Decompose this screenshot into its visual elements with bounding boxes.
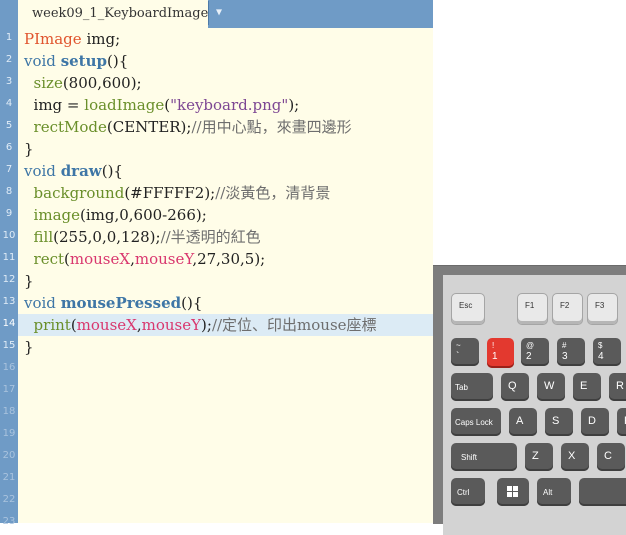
line-number: 13 — [2, 296, 16, 307]
key-d: D — [581, 408, 609, 436]
line-number: 2 — [5, 54, 13, 65]
code-line-3[interactable]: size(800,600); — [24, 72, 142, 94]
code-line-8[interactable]: background(#FFFFF2);//淡黃色，清背景 — [24, 182, 331, 204]
tab-menu-icon[interactable]: ▼ — [208, 1, 229, 25]
code-line-12[interactable]: } — [24, 270, 34, 292]
key-f2: F2 — [552, 293, 583, 325]
line-number: 15 — [2, 340, 16, 351]
line-number: 5 — [5, 120, 13, 131]
line-number: 4 — [5, 98, 13, 109]
key-e: E — [573, 373, 601, 401]
line-number: 19 — [2, 428, 16, 439]
key-alt: Alt — [537, 478, 571, 506]
key-c: C — [597, 443, 625, 471]
line-number: 20 — [2, 450, 16, 461]
line-number: 6 — [5, 142, 13, 153]
key-q: Q — [501, 373, 529, 401]
key-caps-lock: Caps Lock — [451, 408, 501, 436]
key-tab: Tab — [451, 373, 493, 401]
keyboard-body: Esc F1 F2 F3 ~ ` ! 1 @2 #3 $4 Tab Q W E R … — [443, 275, 626, 535]
key-f1: F1 — [517, 293, 548, 325]
code-line-10[interactable]: fill(255,0,0,128);//半透明的紅色 — [24, 226, 261, 248]
keyboard-image: Esc F1 F2 F3 ~ ` ! 1 @2 #3 $4 Tab Q W E R … — [433, 265, 626, 535]
line-number: 21 — [2, 472, 16, 483]
tab-sketch[interactable]: week09_1_KeyboardImage — [18, 0, 208, 28]
key-1-highlighted: ! 1 — [487, 338, 514, 368]
key-f3: F3 — [587, 293, 618, 325]
code-line-2[interactable]: void setup(){ — [24, 50, 128, 72]
key-windows — [497, 478, 529, 506]
key-x: X — [561, 443, 589, 471]
code-line-7[interactable]: void draw(){ — [24, 160, 123, 182]
code-line-15[interactable]: } — [24, 336, 34, 358]
line-number: 1 — [5, 32, 13, 43]
line-number: 22 — [2, 494, 16, 505]
sketch-window[interactable]: Esc F1 F2 F3 ~ ` ! 1 @2 #3 $4 Tab Q W E R … — [433, 0, 626, 535]
key-s: S — [545, 408, 573, 436]
key-ctrl: Ctrl — [451, 478, 485, 506]
key-w: W — [537, 373, 565, 401]
code-line-9[interactable]: image(img,0,600-266); — [24, 204, 207, 226]
key-tilde: ~ ` — [451, 338, 479, 366]
line-number: 16 — [2, 362, 16, 373]
code-line-5[interactable]: rectMode(CENTER);//用中心點，來畫四邊形 — [24, 116, 352, 138]
line-number: 10 — [2, 230, 16, 241]
line-number: 23 — [2, 516, 16, 527]
line-number: 14 — [2, 318, 16, 329]
line-number: 8 — [5, 186, 13, 197]
code-line-11[interactable]: rect(mouseX,mouseY,27,30,5); — [24, 248, 266, 270]
key-space — [579, 478, 626, 506]
line-number: 9 — [5, 208, 13, 219]
key-r: R — [609, 373, 626, 401]
key-4: $4 — [593, 338, 621, 366]
line-number: 17 — [2, 384, 16, 395]
line-number: 3 — [5, 76, 13, 87]
key-2: @2 — [521, 338, 549, 366]
code-line-1[interactable]: PImage img; — [24, 28, 120, 50]
line-number: 18 — [2, 406, 16, 417]
code-line-13[interactable]: void mousePressed(){ — [24, 292, 202, 314]
code-line-4[interactable]: img = loadImage("keyboard.png"); — [24, 94, 300, 116]
code-line-6[interactable]: } — [24, 138, 34, 160]
line-number: 12 — [2, 274, 16, 285]
code-line-14[interactable]: print(mouseX,mouseY);//定位、印出mouse座標 — [24, 314, 377, 336]
key-esc: Esc — [451, 293, 485, 325]
code-editor[interactable]: week09_1_KeyboardImage ▼ PImage img; voi… — [0, 0, 433, 523]
key-shift: Shift — [451, 443, 517, 471]
key-a: A — [509, 408, 537, 436]
key-z: Z — [525, 443, 553, 471]
tab-bar: week09_1_KeyboardImage ▼ — [0, 0, 433, 28]
line-number: 11 — [2, 252, 16, 263]
line-number: 7 — [5, 164, 13, 175]
key-3: #3 — [557, 338, 585, 366]
key-f: F — [617, 408, 626, 436]
windows-logo-icon — [507, 486, 518, 497]
